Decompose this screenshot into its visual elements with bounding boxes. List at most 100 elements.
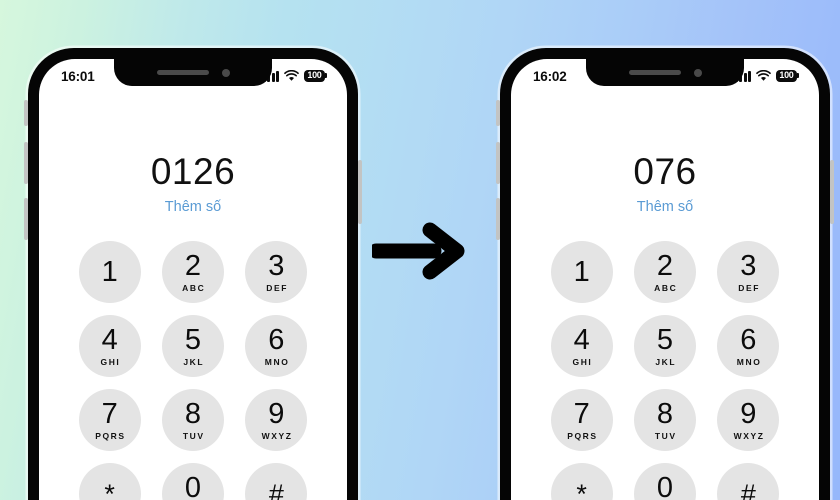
keypad-key-letters: MNO [736, 356, 762, 367]
battery-nub-icon [797, 73, 799, 78]
keypad-key-digit: 1 [573, 255, 590, 288]
dial-display-before: 0126 Thêm số [39, 152, 347, 215]
arrow-right-icon [372, 222, 465, 280]
battery-nub-icon [325, 73, 327, 78]
keypad-key-letters: ABC [182, 282, 206, 293]
keypad-key-digit: 7 [101, 398, 118, 430]
keypad-key-digit: 4 [101, 324, 118, 356]
earpiece-speaker-icon [628, 70, 681, 75]
keypad-key-digit: 7 [573, 398, 590, 430]
keypad-key-2[interactable]: 2 ABC [161, 241, 224, 303]
status-indicators: 100 [262, 69, 327, 83]
keypad-key-digit: 9 [740, 398, 757, 430]
keypad-key-digit: # [268, 478, 284, 500]
power-button[interactable] [358, 160, 362, 224]
phone-mockup-after: 16:02 100 076 Thêm số 1 2 ABC 3 DEF 4 GH… [496, 48, 834, 500]
keypad-key-4[interactable]: 4 GHI [78, 315, 141, 377]
add-number-link[interactable]: Thêm số [511, 199, 819, 215]
keypad-key-digit: # [740, 478, 756, 500]
keypad-key-digit: 2 [184, 250, 202, 282]
phone-mockup-before: 16:01 100 0126 Thêm số 1 2 ABC 3 DEF 4 G… [24, 48, 362, 500]
front-camera-icon [221, 68, 230, 77]
keypad-key-3[interactable]: 3 DEF [717, 241, 780, 303]
keypad-key-digit: 3 [740, 250, 757, 282]
device-notch [114, 59, 272, 86]
keypad-key-digit: 0 [184, 472, 202, 500]
battery-level: 100 [304, 69, 325, 82]
keypad-key-5[interactable]: 5 JKL [633, 315, 696, 377]
keypad-key-2[interactable]: 2 ABC [633, 241, 696, 303]
battery-indicator: 100 [304, 69, 327, 82]
comparison-stage: 16:01 100 0126 Thêm số 1 2 ABC 3 DEF 4 G… [0, 0, 840, 500]
earpiece-speaker-icon [156, 70, 209, 75]
keypad-key-0[interactable]: 0+ [633, 463, 696, 500]
keypad-key-digit: 0 [656, 472, 674, 500]
keypad-key-6[interactable]: 6 MNO [245, 315, 308, 377]
keypad-key-hash[interactable]: # [245, 463, 308, 500]
keypad-key-star[interactable]: * [78, 463, 141, 500]
volume-up-button[interactable] [496, 142, 500, 184]
keypad-key-9[interactable]: 9 WXYZ [717, 389, 780, 451]
keypad-key-1[interactable]: 1 [550, 241, 613, 303]
keypad-key-0[interactable]: 0+ [161, 463, 224, 500]
phone-screen-before: 16:01 100 0126 Thêm số 1 2 ABC 3 DEF 4 G… [39, 59, 347, 500]
keypad-key-letters: TUV [182, 430, 205, 441]
front-camera-icon [693, 68, 702, 77]
power-button[interactable] [830, 160, 834, 224]
keypad-key-5[interactable]: 5 JKL [161, 315, 224, 377]
keypad-key-star[interactable]: * [550, 463, 613, 500]
keypad-key-letters: DEF [266, 282, 289, 293]
keypad-key-letters: WXYZ [733, 430, 765, 441]
keypad-key-digit: 8 [656, 398, 674, 430]
keypad-key-8[interactable]: 8 TUV [633, 389, 696, 451]
keypad-key-digit: 1 [101, 255, 118, 288]
dialed-number[interactable]: 076 [511, 152, 819, 192]
volume-up-button[interactable] [24, 142, 28, 184]
silent-switch[interactable] [24, 100, 28, 126]
phone-screen-after: 16:02 100 076 Thêm số 1 2 ABC 3 DEF 4 GH… [511, 59, 819, 500]
status-time: 16:02 [533, 68, 567, 84]
dial-keypad-after: 1 2ABC 3DEF 4GHI 5JKL 6MNO 7PQRS 8TUV 9WXYZ * 0+ # [540, 241, 790, 500]
status-indicators: 100 [734, 69, 799, 83]
keypad-key-digit: 6 [268, 324, 285, 356]
keypad-key-digit: 9 [268, 398, 285, 430]
keypad-key-letters: GHI [572, 356, 593, 367]
keypad-key-letters: JKL [655, 356, 677, 367]
keypad-key-letters: PQRS [95, 430, 126, 441]
keypad-key-7[interactable]: 7 PQRS [550, 389, 613, 451]
keypad-key-8[interactable]: 8 TUV [161, 389, 224, 451]
keypad-key-letters: ABC [654, 282, 678, 293]
keypad-key-letters: DEF [738, 282, 761, 293]
device-notch [586, 59, 744, 86]
keypad-key-4[interactable]: 4 GHI [550, 315, 613, 377]
keypad-key-9[interactable]: 9 WXYZ [245, 389, 308, 451]
keypad-key-digit: 3 [268, 250, 285, 282]
wifi-icon [284, 69, 300, 81]
keypad-key-digit: 5 [656, 324, 674, 356]
keypad-key-digit: * [576, 478, 587, 500]
keypad-key-digit: 8 [184, 398, 202, 430]
keypad-key-letters: MNO [264, 356, 290, 367]
dial-keypad-before: 1 2ABC 3DEF 4GHI 5JKL 6MNO 7PQRS 8TUV 9WXYZ * 0+ # [68, 241, 318, 500]
volume-down-button[interactable] [24, 198, 28, 240]
volume-down-button[interactable] [496, 198, 500, 240]
dialed-number[interactable]: 0126 [39, 152, 347, 192]
keypad-key-3[interactable]: 3 DEF [245, 241, 308, 303]
keypad-key-letters: JKL [183, 356, 205, 367]
keypad-key-7[interactable]: 7 PQRS [78, 389, 141, 451]
dial-display-after: 076 Thêm số [511, 152, 819, 215]
battery-indicator: 100 [776, 69, 799, 82]
add-number-link[interactable]: Thêm số [39, 199, 347, 215]
keypad-key-1[interactable]: 1 [78, 241, 141, 303]
keypad-key-digit: 6 [740, 324, 757, 356]
keypad-key-digit: 5 [184, 324, 202, 356]
keypad-key-digit: 4 [573, 324, 590, 356]
battery-level: 100 [776, 69, 797, 82]
keypad-key-digit: 2 [656, 250, 674, 282]
wifi-icon [756, 69, 772, 81]
keypad-key-letters: PQRS [567, 430, 598, 441]
keypad-key-6[interactable]: 6 MNO [717, 315, 780, 377]
status-time: 16:01 [61, 68, 95, 84]
keypad-key-hash[interactable]: # [717, 463, 780, 500]
silent-switch[interactable] [496, 100, 500, 126]
